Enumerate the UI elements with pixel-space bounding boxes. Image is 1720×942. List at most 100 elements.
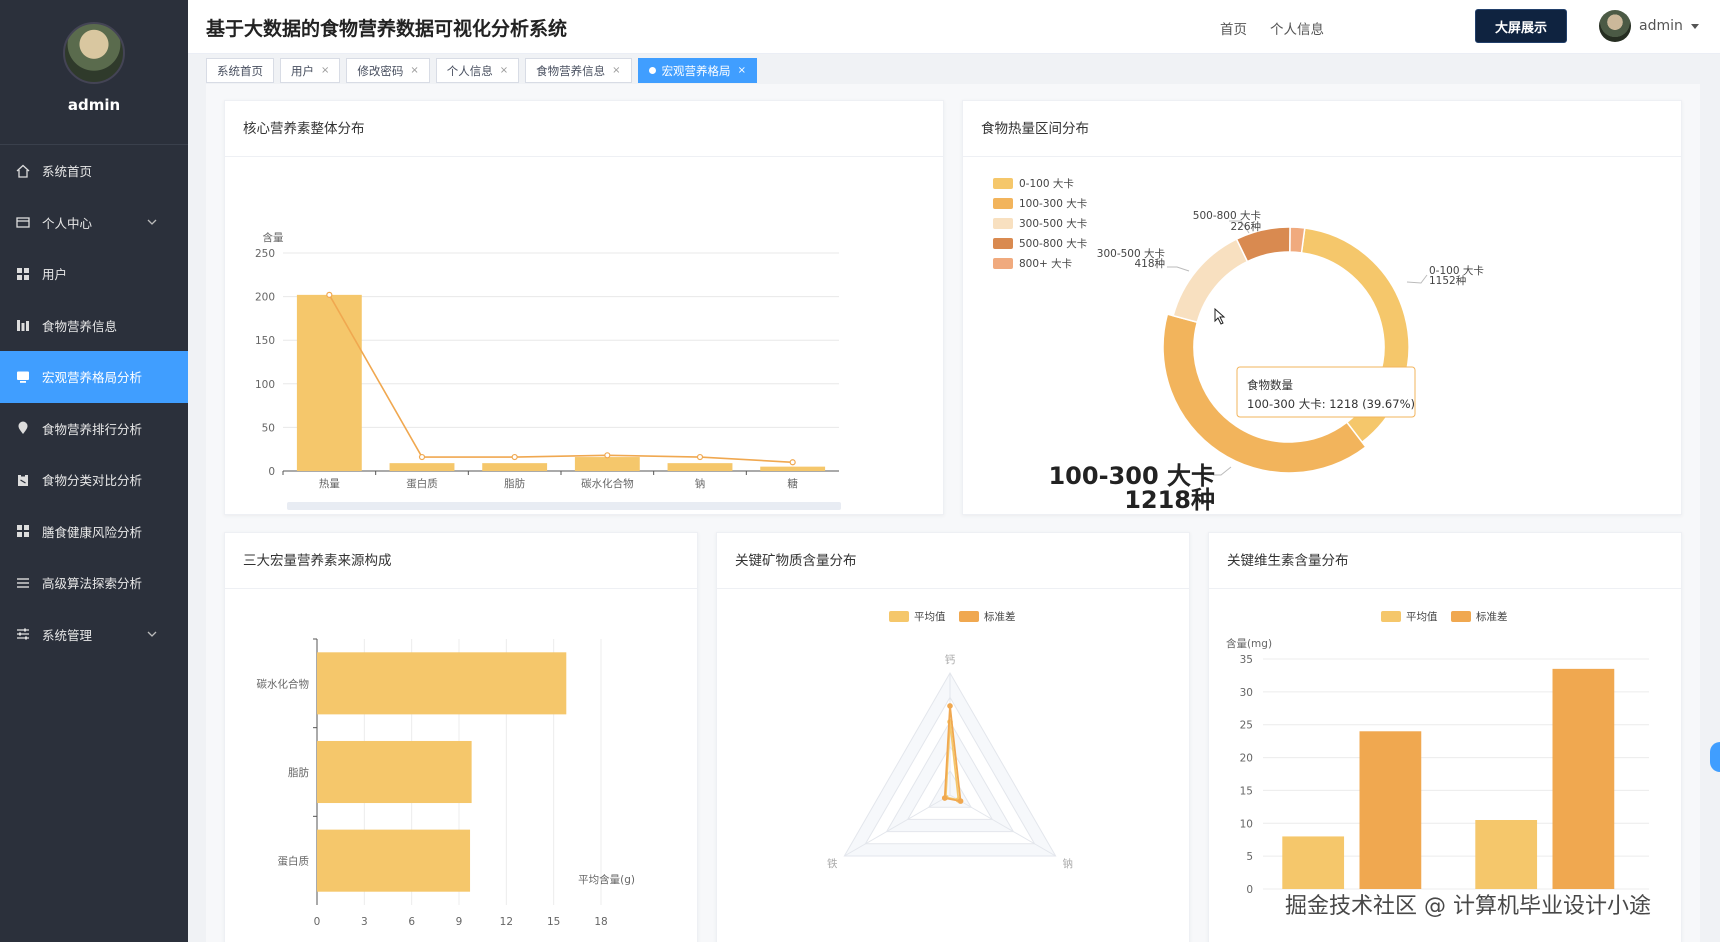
tab-2[interactable]: 修改密码 ×: [346, 58, 430, 83]
x-tick-label: 18: [594, 916, 607, 928]
sidebar-profile: admin: [0, 0, 188, 145]
sidebar-item-5[interactable]: 食物营养排行分析: [0, 403, 188, 455]
callout-2-count: 418种: [1134, 257, 1165, 270]
tab-close-icon[interactable]: ×: [500, 65, 508, 76]
x-tick-label: 脂肪: [504, 477, 525, 490]
bar-2: [482, 463, 548, 471]
core-nutrient-chart: 含量 0 50 100 150 200 250 热量 蛋白质 脂肪 碳水化合物 钠 糖: [255, 231, 841, 510]
legend-label-1: 100-300 大卡: [1019, 197, 1087, 210]
vitamin-card: 关键维生素含量分布 平均值 标准差 含量(mg) 0 5 10 15 20 25 30 35: [1208, 532, 1682, 942]
callout-3-count: 226种: [1230, 220, 1261, 233]
y-tick-label: 5: [1246, 851, 1253, 863]
profile-username: admin: [67, 96, 121, 114]
hbar-1: [317, 740, 472, 804]
legend-swatch-3: [993, 238, 1013, 249]
legend-label-3: 500-800 大卡: [1019, 237, 1087, 250]
calorie-distribution-card: 食物热量区间分布 0-100 大卡 100-300 大卡 300-500 大卡 500…: [962, 100, 1682, 515]
nav-home-link[interactable]: 首页: [1220, 18, 1247, 38]
user-menu[interactable]: admin: [1599, 10, 1699, 42]
tab-close-icon[interactable]: ×: [410, 65, 418, 76]
emphasis-count: 1218种: [1124, 486, 1215, 514]
back-to-top-handle[interactable]: [1710, 742, 1720, 772]
y-tick-label: 碳水化合物: [257, 677, 310, 690]
sidebar-item-label: 宏观营养格局分析: [42, 370, 143, 386]
legend-swatch-1: [959, 611, 979, 622]
tab-close-icon[interactable]: ×: [321, 65, 329, 76]
y-tick-label: 100: [255, 379, 275, 391]
monitor-icon: [16, 370, 30, 384]
card-icon: [16, 215, 30, 229]
legend-label-4: 800+ 大卡: [1019, 257, 1072, 270]
tab-4[interactable]: 食物营养信息 ×: [525, 58, 632, 83]
big-screen-button[interactable]: 大屏展示: [1475, 9, 1567, 43]
bar-5: [760, 466, 826, 471]
hbar-0: [317, 829, 471, 892]
home-icon: [16, 164, 30, 178]
y-tick-label: 35: [1240, 654, 1253, 666]
tab-0[interactable]: 系统首页: [206, 58, 274, 83]
bar-1: [389, 463, 455, 471]
sidebar-item-7[interactable]: 膳食健康风险分析: [0, 506, 188, 558]
y-tick-label: 0: [1246, 884, 1253, 896]
sidebar-item-6[interactable]: 食物分类对比分析: [0, 454, 188, 506]
list-icon: [16, 576, 30, 590]
sidebar-item-9[interactable]: 系统管理: [0, 609, 188, 661]
bar-4: [667, 463, 733, 471]
vbar-0-1: [1359, 731, 1422, 889]
sidebar-item-1[interactable]: 个人中心: [0, 197, 188, 249]
sidebar-item-0[interactable]: 系统首页: [0, 145, 188, 197]
x-tick-label: 6: [408, 916, 415, 928]
x-axis-label: 平均含量(g): [578, 873, 635, 886]
clipboard-icon: [16, 473, 30, 487]
sidebar-menu: 系统首页个人中心用户食物营养信息宏观营养格局分析 食物营养排行分析食物分类对比分析…: [0, 145, 188, 660]
grid-icon: [16, 267, 30, 281]
callout-line: [1167, 266, 1190, 272]
y-axis-label: 含量: [263, 231, 284, 244]
mineral-title: 关键矿物质含量分布: [717, 533, 1189, 589]
hbar-2: [317, 652, 567, 715]
y-axis-label: 含量(mg): [1226, 637, 1272, 650]
sidebar-item-8[interactable]: 高级算法探索分析: [0, 557, 188, 609]
sidebar-item-3[interactable]: 食物营养信息: [0, 300, 188, 352]
tab-label: 修改密码: [357, 63, 404, 78]
y-tick-label: 30: [1240, 687, 1253, 699]
sidebar-item-2[interactable]: 用户: [0, 248, 188, 300]
radar-point: [957, 798, 964, 804]
sidebar-item-label: 用户: [42, 267, 68, 283]
tab-1[interactable]: 用户 ×: [280, 58, 341, 83]
app-title: 基于大数据的食物营养数据可视化分析系统: [206, 18, 568, 40]
nav-profile-link[interactable]: 个人信息: [1270, 18, 1324, 38]
line-point-5: [789, 459, 796, 466]
line-point-1: [418, 453, 426, 461]
legend-label-0: 平均值: [914, 610, 946, 623]
radar-point: [947, 703, 953, 709]
sliders-icon: [16, 627, 30, 641]
bar-0: [296, 294, 362, 471]
bar-3: [574, 457, 640, 471]
chevron-down-icon: [146, 216, 158, 228]
tab-3[interactable]: 个人信息 ×: [435, 58, 520, 83]
legend-swatch-2: [993, 218, 1013, 229]
core-nutrient-title: 核心营养素整体分布: [225, 101, 943, 157]
y-tick-label: 15: [1240, 785, 1253, 797]
y-tick-label: 50: [262, 422, 275, 434]
y-tick-label: 20: [1240, 753, 1253, 765]
sidebar-item-4[interactable]: 宏观营养格局分析: [0, 351, 188, 403]
legend-swatch-1: [993, 198, 1013, 209]
chevron-down-icon: [146, 628, 158, 640]
legend-swatch-0: [889, 611, 909, 622]
tooltip-text: 100-300 大卡: 1218 (39.67%): [1247, 397, 1415, 411]
y-tick-label: 蛋白质: [278, 855, 310, 868]
radar-indicator-label: 铁: [827, 857, 838, 870]
pie-slice-4: [1289, 226, 1306, 254]
sidebar-item-label: 食物营养排行分析: [42, 421, 143, 437]
tab-close-icon[interactable]: ×: [612, 65, 620, 76]
sidebar-item-label: 系统首页: [42, 164, 93, 180]
x-tick-label: 糖: [787, 477, 798, 490]
tab-label: 宏观营养格局: [661, 63, 731, 78]
tab-close-icon[interactable]: ×: [738, 65, 746, 76]
avatar[interactable]: [63, 22, 125, 84]
tab-5[interactable]: 宏观营养格局 ×: [637, 58, 757, 83]
legend-swatch-4: [993, 258, 1013, 269]
watermark: 掘金技术社区 @ 计算机毕业设计小途: [1285, 894, 1651, 919]
